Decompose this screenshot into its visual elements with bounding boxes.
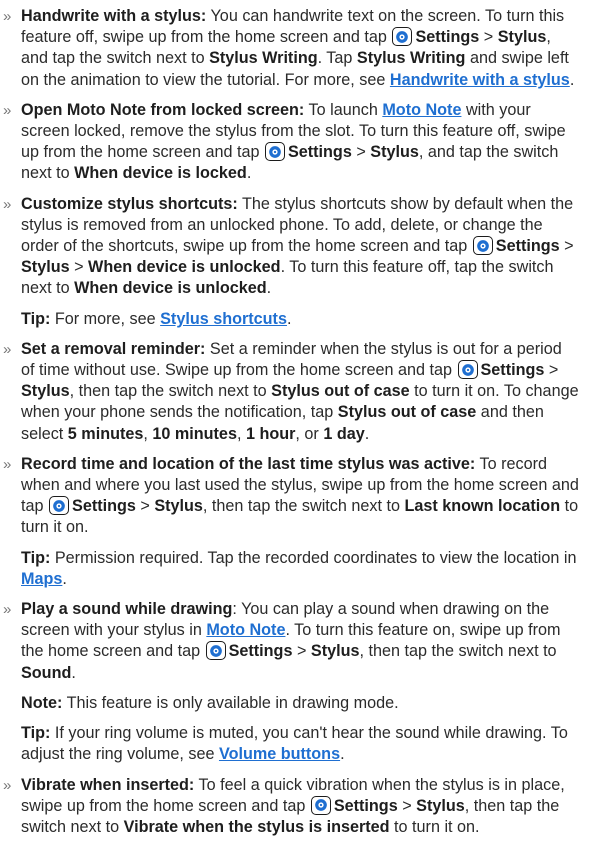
bullet-title: Vibrate when inserted: <box>21 775 195 794</box>
stylus-label: Stylus <box>21 258 70 277</box>
body-text: To launch <box>304 100 383 119</box>
body-text: This feature is only available in drawin… <box>62 693 399 712</box>
tip-label: Tip: <box>21 724 51 743</box>
separator: > <box>559 237 574 256</box>
bullet-title: Handwrite with a stylus: <box>21 7 207 25</box>
tip-label: Tip: <box>21 548 51 567</box>
bullet-last-known-location: Record time and location of the last tim… <box>0 454 579 539</box>
bullet-open-moto-note-locked: Open Moto Note from locked screen: To la… <box>0 100 579 185</box>
bullet-title: Play a sound while drawing <box>21 600 233 619</box>
body-text: . <box>266 279 272 298</box>
settings-icon <box>457 360 478 380</box>
bullet-title: Customize stylus shortcuts: <box>21 194 238 213</box>
separator: > <box>135 497 155 516</box>
separator: , <box>236 424 246 443</box>
settings-icon <box>264 142 285 162</box>
link-handwrite-with-stylus[interactable]: Handwrite with a stylus <box>390 71 570 89</box>
body-text: , then tap the switch next to <box>69 382 272 401</box>
stylus-writing-label-2: Stylus Writing <box>356 49 466 68</box>
body-text: . <box>569 70 575 89</box>
stylus-out-of-case-label-2: Stylus out of case <box>337 403 477 422</box>
stylus-out-of-case-label: Stylus out of case <box>271 382 410 401</box>
body-text: , then tap the switch next to <box>359 642 557 661</box>
settings-icon <box>310 795 331 815</box>
body-text: . <box>62 569 67 588</box>
option-1-hour: 1 hour <box>245 424 296 443</box>
stylus-label: Stylus <box>154 497 203 516</box>
note-label: Note: <box>21 693 63 712</box>
settings-label: Settings <box>495 237 560 256</box>
option-1-day: 1 day <box>323 424 365 443</box>
bullet-title: Set a removal reminder: <box>21 339 206 358</box>
tip-stylus-shortcuts: Tip: For more, see Stylus shortcuts. <box>0 309 579 330</box>
stylus-label: Stylus <box>310 642 360 661</box>
settings-label: Settings <box>333 796 398 815</box>
settings-label: Settings <box>228 642 293 661</box>
settings-label: Settings <box>287 143 352 162</box>
settings-icon <box>472 236 493 256</box>
separator: > <box>397 796 417 815</box>
bullet-customize-shortcuts: Customize stylus shortcuts: The stylus s… <box>0 194 579 300</box>
bullet-play-sound: Play a sound while drawing: You can play… <box>0 599 579 684</box>
separator: > <box>69 258 89 277</box>
link-moto-note-2[interactable]: Moto Note <box>206 621 285 639</box>
tip-maps: Tip: Permission required. Tap the record… <box>0 548 579 590</box>
separator: > <box>351 143 371 162</box>
settings-label: Settings <box>415 28 480 47</box>
bullet-title: Open Moto Note from locked screen: <box>21 100 305 119</box>
option-10-minutes: 10 minutes <box>152 424 237 443</box>
note-drawing-mode: Note: This feature is only available in … <box>0 693 579 714</box>
bullet-removal-reminder: Set a removal reminder: Set a reminder w… <box>0 339 579 445</box>
sound-label: Sound <box>21 663 72 682</box>
option-5-minutes: 5 minutes <box>67 424 144 443</box>
when-device-unlocked-label: When device is unlocked <box>88 258 281 277</box>
tip-volume: Tip: If your ring volume is muted, you c… <box>0 723 579 765</box>
stylus-label: Stylus <box>497 28 547 47</box>
stylus-label: Stylus <box>416 796 465 815</box>
link-maps[interactable]: Maps <box>21 570 62 588</box>
vibrate-inserted-label: Vibrate when the stylus is inserted <box>123 817 390 836</box>
body-text: . <box>340 745 345 764</box>
stylus-label: Stylus <box>21 382 70 401</box>
separator: , or <box>295 424 324 443</box>
bullet-vibrate-when-inserted: Vibrate when inserted: To feel a quick v… <box>0 775 579 839</box>
link-volume-buttons[interactable]: Volume buttons <box>219 745 340 763</box>
body-text: , then tap the switch next to <box>202 497 405 516</box>
body-text: Permission required. Tap the recorded co… <box>50 548 577 567</box>
body-text: For more, see <box>50 309 161 328</box>
stylus-settings-document: Handwrite with a stylus: You can handwri… <box>0 0 589 838</box>
settings-label: Settings <box>480 361 545 380</box>
body-text: . <box>71 663 76 682</box>
when-device-unlocked-label-2: When device is unlocked <box>74 279 267 298</box>
body-text: . <box>246 164 252 183</box>
last-known-location-label: Last known location <box>404 497 561 516</box>
stylus-label: Stylus <box>370 143 419 162</box>
bullet-handwrite-with-stylus: Handwrite with a stylus: You can handwri… <box>0 6 579 91</box>
when-device-locked-label: When device is locked <box>74 164 247 183</box>
body-text: . Tap <box>317 49 357 68</box>
tip-label: Tip: <box>21 309 51 328</box>
separator: > <box>544 361 559 380</box>
separator: > <box>292 642 311 661</box>
body-text: . <box>364 424 370 443</box>
body-text: to turn it on. <box>389 817 480 836</box>
bullet-title: Record time and location of the last tim… <box>21 454 476 473</box>
link-moto-note[interactable]: Moto Note <box>382 101 461 119</box>
settings-icon <box>49 496 70 516</box>
body-text: . <box>286 309 292 328</box>
settings-icon <box>205 641 226 661</box>
stylus-writing-label: Stylus Writing <box>209 49 318 68</box>
settings-label: Settings <box>72 497 136 516</box>
settings-icon <box>392 27 413 47</box>
link-stylus-shortcuts[interactable]: Stylus shortcuts <box>160 310 287 328</box>
separator: > <box>479 28 498 47</box>
